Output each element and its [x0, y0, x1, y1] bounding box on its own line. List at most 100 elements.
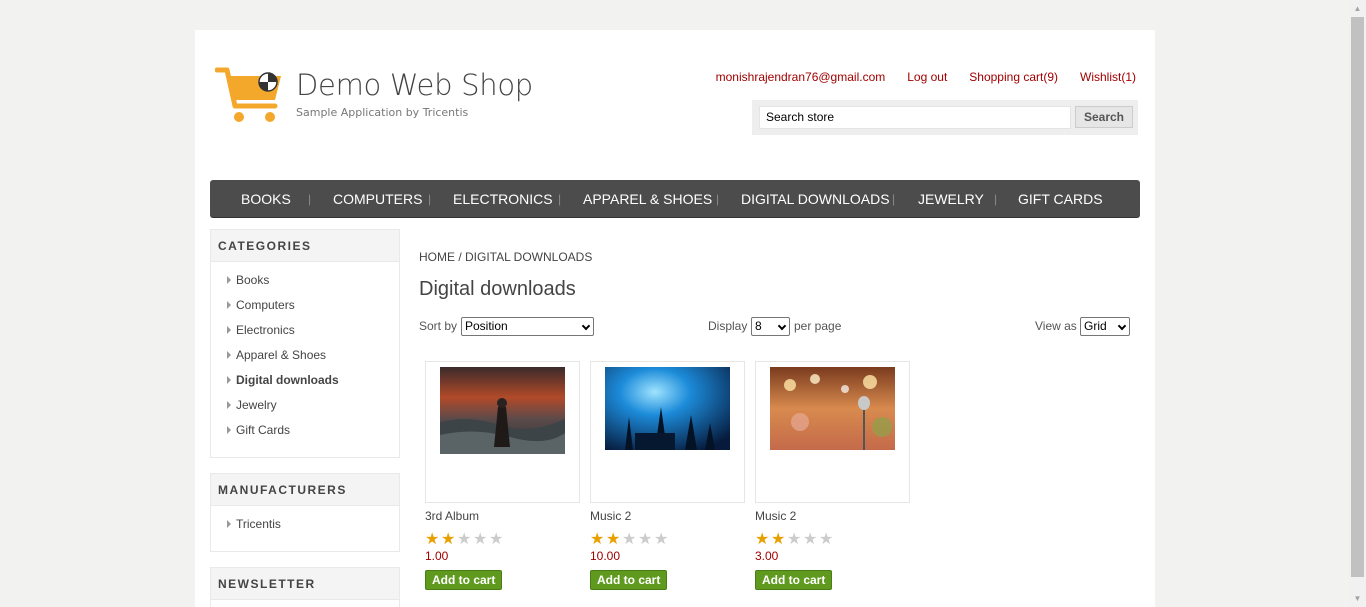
categories-title: CATEGORIES: [211, 230, 399, 262]
scroll-down-arrow[interactable]: ▼: [1349, 590, 1366, 607]
arrow-right-icon: [227, 351, 231, 359]
product-rating: ★ ★ ★ ★ ★: [590, 532, 745, 548]
manufacturers-list: Tricentis: [211, 506, 399, 545]
manufacturers-title: MANUFACTURERS: [211, 474, 399, 506]
shopping-cart-link[interactable]: Shopping cart(9): [969, 70, 1058, 84]
product-rating: ★ ★ ★ ★ ★: [425, 532, 580, 548]
scrollbar-thumb[interactable]: [1351, 17, 1364, 577]
view-as-label: View as: [1035, 319, 1077, 333]
category-item-computers[interactable]: Computers: [211, 295, 399, 320]
product-image-frame[interactable]: [425, 361, 580, 503]
page-size-select[interactable]: 8: [751, 317, 790, 336]
logout-link[interactable]: Log out: [907, 70, 947, 84]
star-empty-icon: ★: [803, 531, 818, 548]
star-filled-icon: ★: [590, 531, 605, 548]
header-links: monishrajendran76@gmail.com Log out Shop…: [694, 70, 1136, 84]
star-filled-icon: ★: [771, 531, 786, 548]
star-empty-icon: ★: [473, 531, 488, 548]
product-title[interactable]: 3rd Album: [425, 509, 580, 527]
menu-item-books[interactable]: BOOKS: [241, 191, 291, 207]
arrow-right-icon: [227, 426, 231, 434]
star-empty-icon: ★: [819, 531, 834, 548]
star-filled-icon: ★: [441, 531, 456, 548]
product-title[interactable]: Music 2: [755, 509, 910, 527]
menu-item-electronics[interactable]: ELECTRONICS: [453, 191, 553, 207]
star-empty-icon: ★: [654, 531, 669, 548]
star-empty-icon: ★: [638, 531, 653, 548]
shopping-cart-logo-icon: [215, 67, 281, 122]
add-to-cart-button[interactable]: Add to cart: [425, 570, 503, 590]
star-empty-icon: ★: [787, 531, 802, 548]
menu-separator: |: [308, 192, 312, 206]
category-item-digital-downloads[interactable]: Digital downloads: [211, 370, 399, 395]
star-filled-icon: ★: [606, 531, 621, 548]
product-price: 1.00: [425, 549, 449, 563]
menu-item-jewelry[interactable]: JEWELRY: [918, 191, 984, 207]
breadcrumb[interactable]: HOME / DIGITAL DOWNLOADS: [419, 250, 592, 264]
arrow-right-icon: [227, 326, 231, 334]
menu-separator: |: [716, 192, 720, 206]
site-logo[interactable]: Demo Web Shop Sample Application by Tric…: [215, 66, 533, 126]
wishlist-link[interactable]: Wishlist(1): [1080, 70, 1136, 84]
menu-separator: |: [994, 192, 998, 206]
menu-item-apparel-shoes[interactable]: APPAREL & SHOES: [583, 191, 712, 207]
add-to-cart-button[interactable]: Add to cart: [755, 570, 833, 590]
top-menu: BOOKS | COMPUTERS | ELECTRONICS | APPARE…: [210, 180, 1140, 218]
arrow-right-icon: [227, 401, 231, 409]
product-image[interactable]: [440, 367, 565, 454]
star-filled-icon: ★: [755, 531, 770, 548]
per-page-label: per page: [794, 319, 842, 333]
view-mode-select[interactable]: Grid: [1080, 317, 1130, 336]
category-item-books[interactable]: Books: [211, 270, 399, 295]
page-title: Digital downloads: [419, 278, 576, 300]
scroll-up-arrow[interactable]: ▲: [1349, 0, 1366, 17]
manufacturer-item-tricentis[interactable]: Tricentis: [211, 514, 399, 539]
menu-item-gift-cards[interactable]: GIFT CARDS: [1018, 191, 1103, 207]
menu-item-computers[interactable]: COMPUTERS: [333, 191, 422, 207]
categories-block: CATEGORIES Books Computers Electronics A…: [210, 229, 400, 458]
product-image[interactable]: [605, 367, 730, 450]
search-input[interactable]: Search store: [759, 106, 1071, 129]
menu-separator: |: [428, 192, 432, 206]
product-rating: ★ ★ ★ ★ ★: [755, 532, 910, 548]
search-button[interactable]: Search: [1075, 106, 1133, 128]
display-label: Display: [708, 319, 748, 333]
menu-item-digital-downloads[interactable]: DIGITAL DOWNLOADS: [741, 191, 890, 207]
product-item: Music 2 ★ ★ ★ ★ ★ 10.00 Add to cart: [590, 361, 745, 590]
product-price: 3.00: [755, 549, 779, 563]
manufacturers-block: MANUFACTURERS Tricentis: [210, 473, 400, 552]
product-item: Music 2 ★ ★ ★ ★ ★ 3.00 Add to cart: [755, 361, 910, 590]
vertical-scrollbar[interactable]: ▲ ▼: [1349, 0, 1366, 607]
site-title: Demo Web Shop: [296, 68, 533, 102]
newsletter-block: NEWSLETTER: [210, 567, 400, 607]
arrow-right-icon: [227, 520, 231, 528]
sort-by-select[interactable]: Position: [461, 317, 594, 336]
category-item-gift-cards[interactable]: Gift Cards: [211, 420, 399, 445]
chevron-down-icon: [1117, 321, 1127, 331]
chevron-down-icon: [777, 321, 787, 331]
product-title[interactable]: Music 2: [590, 509, 745, 527]
chevron-down-icon: [581, 321, 591, 331]
product-image[interactable]: [770, 367, 895, 450]
page-container: Demo Web Shop Sample Application by Tric…: [195, 30, 1155, 607]
star-empty-icon: ★: [489, 531, 504, 548]
category-item-jewelry[interactable]: Jewelry: [211, 395, 399, 420]
product-item: 3rd Album ★ ★ ★ ★ ★ 1.00 Add to cart: [425, 361, 580, 590]
star-empty-icon: ★: [457, 531, 472, 548]
arrow-right-icon: [227, 301, 231, 309]
arrow-right-icon: [227, 376, 231, 384]
categories-list: Books Computers Electronics Apparel & Sh…: [211, 262, 399, 451]
category-item-apparel-shoes[interactable]: Apparel & Shoes: [211, 345, 399, 370]
sort-by-label: Sort by: [419, 319, 458, 333]
star-empty-icon: ★: [622, 531, 637, 548]
product-image-frame[interactable]: [590, 361, 745, 503]
newsletter-title: NEWSLETTER: [211, 568, 399, 600]
product-image-frame[interactable]: [755, 361, 910, 503]
product-price: 10.00: [590, 549, 621, 563]
category-item-electronics[interactable]: Electronics: [211, 320, 399, 345]
add-to-cart-button[interactable]: Add to cart: [590, 570, 668, 590]
account-link[interactable]: monishrajendran76@gmail.com: [716, 70, 886, 84]
search-box: Search store Search: [752, 100, 1138, 135]
menu-separator: |: [558, 192, 562, 206]
menu-separator: |: [892, 192, 896, 206]
